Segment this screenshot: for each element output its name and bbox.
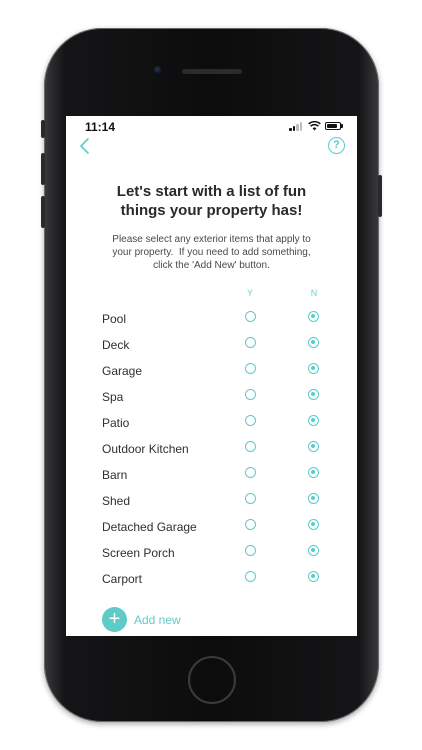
column-header-no: N	[310, 288, 318, 298]
status-icons	[287, 121, 347, 131]
item-label: Barn	[102, 468, 128, 482]
list-item: Deck	[66, 336, 357, 362]
radio-no[interactable]	[308, 389, 319, 400]
column-header-yes: Y	[246, 288, 253, 298]
list-item: Pool	[66, 310, 357, 336]
earpiece-speaker	[182, 69, 242, 74]
list-item: Patio	[66, 414, 357, 440]
add-new-label: Add new	[134, 613, 181, 627]
help-glyph: ?	[333, 139, 340, 151]
item-label: Detached Garage	[102, 520, 197, 534]
radio-no[interactable]	[308, 441, 319, 452]
list-item: Barn	[66, 466, 357, 492]
radio-no[interactable]	[308, 545, 319, 556]
signal-icon	[289, 121, 303, 131]
app-screen: 11:14 ? Let's start with a list of fun t…	[66, 116, 357, 636]
radio-no[interactable]	[308, 337, 319, 348]
wifi-icon	[308, 121, 321, 131]
page-title-line-1: Let's start with a list of fun	[116, 183, 307, 200]
radio-yes[interactable]	[245, 571, 256, 582]
volume-down-button[interactable]	[41, 196, 45, 228]
list-item: Garage	[66, 362, 357, 388]
radio-no[interactable]	[308, 571, 319, 582]
item-label: Carport	[102, 572, 143, 586]
instructions-line-2: your property. If you need to add someth…	[112, 247, 311, 258]
list-item: Screen Porch	[66, 544, 357, 570]
status-bar: 11:14	[66, 116, 357, 136]
list-item: Outdoor Kitchen	[66, 440, 357, 466]
radio-yes[interactable]	[245, 363, 256, 374]
battery-icon	[325, 122, 345, 130]
radio-no[interactable]	[308, 311, 319, 322]
radio-yes[interactable]	[245, 493, 256, 504]
instructions-line-1: Please select any exterior items that ap…	[112, 234, 311, 245]
volume-up-button[interactable]	[41, 153, 45, 185]
radio-no[interactable]	[308, 519, 319, 530]
radio-yes[interactable]	[245, 441, 256, 452]
plus-icon: +	[102, 607, 127, 632]
status-time: 11:14	[85, 120, 116, 134]
radio-yes[interactable]	[245, 389, 256, 400]
question-circle-icon[interactable]: ?	[328, 137, 345, 154]
front-camera	[154, 66, 162, 74]
item-label: Pool	[102, 312, 127, 326]
radio-no[interactable]	[308, 363, 319, 374]
list-item: Spa	[66, 388, 357, 414]
item-label: Patio	[102, 416, 130, 430]
add-new-button[interactable]: + Add new	[102, 607, 242, 633]
item-label: Shed	[102, 494, 131, 508]
item-label: Deck	[102, 338, 130, 352]
page-title-line-2: things your property has!	[120, 202, 303, 219]
radio-no[interactable]	[308, 415, 319, 426]
mute-switch[interactable]	[41, 120, 45, 138]
item-label: Outdoor Kitchen	[102, 442, 189, 456]
list-item: Detached Garage	[66, 518, 357, 544]
chevron-left-icon[interactable]	[78, 137, 92, 155]
radio-yes[interactable]	[245, 337, 256, 348]
radio-no[interactable]	[308, 467, 319, 478]
item-label: Spa	[102, 390, 124, 404]
radio-yes[interactable]	[245, 519, 256, 530]
radio-yes[interactable]	[245, 415, 256, 426]
instructions-line-3: click the 'Add New' button.	[153, 260, 270, 271]
radio-yes[interactable]	[245, 311, 256, 322]
radio-no[interactable]	[308, 493, 319, 504]
item-label: Screen Porch	[102, 546, 175, 560]
item-label: Garage	[102, 364, 143, 378]
radio-yes[interactable]	[245, 467, 256, 478]
power-button[interactable]	[378, 175, 382, 217]
instructions-text: Please select any exterior items that ap…	[96, 233, 327, 272]
radio-yes[interactable]	[245, 545, 256, 556]
list-item: Carport	[66, 570, 357, 596]
page-title: Let's start with a list of fun things yo…	[86, 182, 337, 220]
home-button[interactable]	[188, 656, 236, 704]
list-item: Shed	[66, 492, 357, 518]
